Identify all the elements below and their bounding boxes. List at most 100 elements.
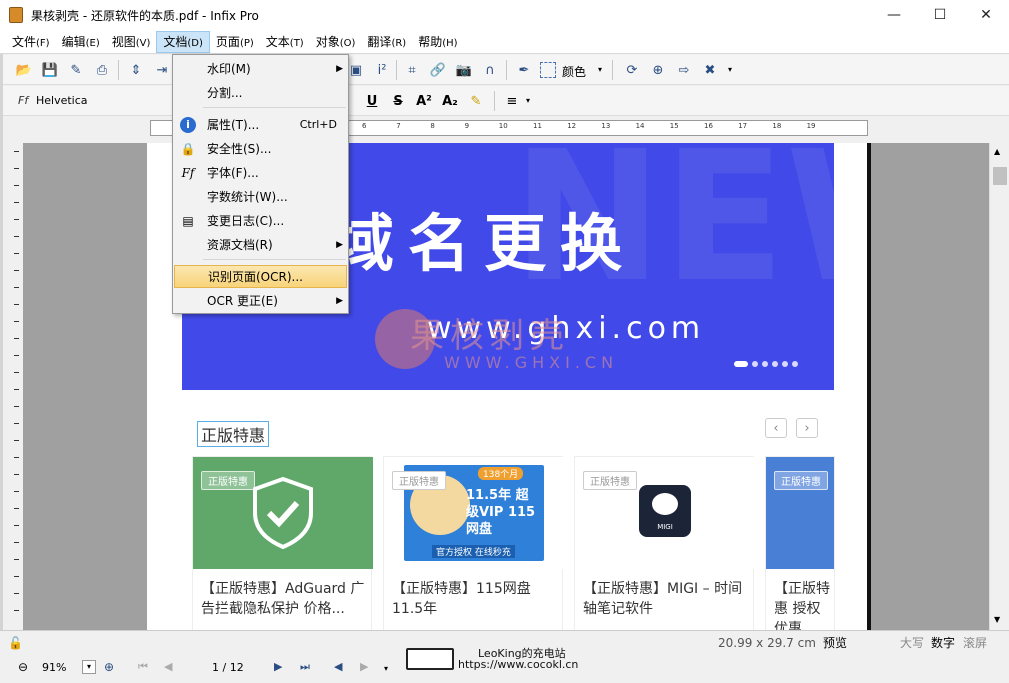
first-page-icon[interactable]: ⏮ — [138, 660, 148, 674]
path-icon[interactable]: ∩ — [480, 60, 500, 80]
carousel-prev-button[interactable]: ‹ — [765, 418, 787, 438]
zoom-level[interactable]: 91% — [42, 661, 66, 674]
ruler-tick — [14, 542, 19, 543]
ruler-tick — [14, 508, 19, 509]
subscript-text-icon[interactable]: A₂ — [440, 91, 460, 111]
align-dropdown-icon[interactable]: ▾ — [526, 96, 530, 105]
move-doc-icon[interactable]: ⇨ — [674, 60, 694, 80]
scroll-down-icon[interactable]: ▼ — [994, 615, 1000, 624]
ruler-tick-label: 14 — [635, 122, 645, 130]
save-icon[interactable]: 💾 — [40, 60, 60, 80]
color-dropdown-icon[interactable]: ▾ — [598, 65, 602, 74]
card-badge: 正版特惠 — [583, 471, 637, 490]
menu-watermark[interactable]: 水印(M) ▶ — [174, 57, 347, 80]
forward-icon[interactable]: ▶ — [360, 660, 368, 673]
card-promo-foot: 官方授权 在线秒充 — [432, 545, 515, 558]
menu-text[interactable]: 文本(T) — [260, 31, 310, 53]
card-badge: 正版特惠 — [392, 471, 446, 490]
maximize-button[interactable]: ☐ — [917, 0, 963, 30]
menu-fonts[interactable]: Ff 字体(F)... — [174, 161, 347, 184]
ruler-tick — [14, 355, 19, 356]
superscript-icon[interactable]: i² — [372, 60, 392, 80]
image-tool-icon[interactable]: ▣ — [346, 60, 366, 80]
lock-icon: 🔒 — [180, 141, 196, 156]
ruler-tick — [14, 151, 19, 152]
highlight-icon[interactable]: ✎ — [466, 91, 486, 111]
card-title: 【正版特惠 授权 优惠 — [774, 581, 830, 630]
eyedropper-icon[interactable]: ✒ — [514, 60, 534, 80]
font-icon: Ff — [18, 94, 29, 107]
menu-document[interactable]: 文档(D) — [156, 30, 210, 53]
menu-split[interactable]: 分割... — [174, 81, 347, 104]
menu-properties[interactable]: i 属性(T)... Ctrl+D — [174, 113, 347, 136]
zoom-out-icon[interactable]: ⊖ — [18, 660, 28, 674]
zoom-in-icon[interactable]: ⊕ — [104, 660, 114, 674]
page-up-icon[interactable]: ⇕ — [126, 60, 146, 80]
menu-page[interactable]: 页面(P) — [210, 31, 260, 53]
product-card[interactable]: 正版特惠 【正版特惠】AdGuard 广告拦截隐私保护 价格... — [192, 456, 373, 630]
product-card[interactable]: 138个月 11.5年 超级VIP 115网盘 官方授权 在线秒充 正版特惠 【… — [383, 456, 564, 630]
scroll-thumb[interactable] — [993, 167, 1007, 185]
menu-translate[interactable]: 翻译(R) — [361, 31, 412, 53]
save-as-icon[interactable]: ✎ — [66, 60, 86, 80]
prev-page-icon[interactable]: ◀ — [164, 660, 172, 673]
refresh-doc-icon[interactable]: ⟳ — [622, 60, 642, 80]
watermark-subtext: WWW.GHXI.CN — [444, 353, 619, 372]
close-button[interactable]: ✕ — [963, 0, 1009, 30]
menu-word-count[interactable]: 字数统计(W)... — [174, 185, 347, 208]
card-promo-tag: 138个月 — [478, 467, 524, 480]
align-icon[interactable]: ≡ — [502, 91, 522, 111]
superscript-text-icon[interactable]: A² — [414, 91, 434, 111]
next-page-icon[interactable]: ▶ — [274, 660, 282, 673]
export-icon[interactable]: ⇥ — [152, 60, 172, 80]
nav-dropdown-icon[interactable]: ▾ — [384, 664, 388, 673]
menu-ocr-correct[interactable]: OCR 更正(E) ▶ — [174, 289, 347, 312]
product-card[interactable]: 正版特惠 【正版特惠 授权 优惠 — [765, 456, 835, 630]
strikethrough-icon[interactable]: S — [388, 91, 408, 111]
color-label[interactable]: 颜色 — [562, 63, 586, 80]
card-image: 正版特惠 MIGI — [575, 457, 755, 569]
delete-doc-icon[interactable]: ✖ — [700, 60, 720, 80]
underline-icon[interactable]: U — [362, 91, 382, 111]
ruler-tick-label: 11 — [533, 122, 542, 130]
doc-dropdown-icon[interactable]: ▾ — [728, 65, 732, 74]
open-icon[interactable]: 📂 — [14, 60, 34, 80]
ruler-tick — [14, 270, 19, 271]
menu-file[interactable]: 文件(F) — [6, 31, 56, 53]
link-icon[interactable]: 🔗 — [428, 60, 448, 80]
menu-help[interactable]: 帮助(H) — [412, 31, 463, 53]
menu-change-log[interactable]: ▤ 变更日志(C)... — [174, 209, 347, 232]
section-title[interactable]: 正版特惠 — [197, 421, 270, 447]
back-icon[interactable]: ◀ — [334, 660, 342, 673]
menu-resource-docs[interactable]: 资源文档(R) ▶ — [174, 233, 347, 256]
vertical-scrollbar[interactable]: ▲ ▼ — [989, 143, 1009, 630]
print-icon[interactable]: ⎙ — [92, 60, 112, 80]
camera-icon[interactable]: 📷 — [454, 60, 474, 80]
scroll-up-icon[interactable]: ▲ — [994, 147, 1000, 156]
menu-ocr-page[interactable]: 识别页面(OCR)... — [174, 265, 347, 288]
product-card[interactable]: 正版特惠 MIGI 【正版特惠】MIGI – 时间轴笔记软件 — [574, 456, 755, 630]
ruler-tick-label: 16 — [704, 122, 713, 130]
document-view[interactable]: NEWS 域名更换 www.ghxi.com 果核剥壳 WWW.GHXI.CN … — [23, 143, 989, 630]
menu-object[interactable]: 对象(O) — [310, 31, 362, 53]
zoom-dropdown-icon[interactable]: ▾ — [82, 660, 96, 674]
ruler-tick — [14, 338, 19, 339]
add-doc-icon[interactable]: ⊕ — [648, 60, 668, 80]
document-menu: 水印(M) ▶ 分割... i 属性(T)... Ctrl+D 🔒 安全性(S)... … — [172, 54, 349, 314]
card-promo-text: 11.5年 超级VIP 115网盘 — [466, 488, 536, 537]
carousel-next-button[interactable]: › — [796, 418, 818, 438]
minimize-button[interactable]: — — [871, 0, 917, 30]
ruler-tick-label: 12 — [567, 122, 577, 130]
overlay-line2: https://www.cocokl.cn — [458, 658, 579, 671]
crop-icon[interactable]: ⌗ — [402, 60, 422, 80]
menu-view[interactable]: 视图(V) — [106, 31, 157, 53]
card-image: 正版特惠 — [193, 457, 373, 569]
ruler-tick-label: 10 — [498, 122, 508, 130]
navigation-bar: ⊖ 91% ▾ ⊕ ⏮ ◀ 1 / 12 ▶ ⏭ ◀ ▶ ▾ LeoKing的充… — [0, 647, 1009, 683]
menu-security[interactable]: 🔒 安全性(S)... — [174, 137, 347, 160]
color-swatch-icon[interactable] — [540, 62, 556, 78]
last-page-icon[interactable]: ⏭ — [300, 660, 310, 674]
page-indicator[interactable]: 1 / 12 — [212, 661, 244, 674]
font-name[interactable]: Helvetica — [36, 94, 88, 107]
menu-edit[interactable]: 编辑(E) — [56, 31, 106, 53]
